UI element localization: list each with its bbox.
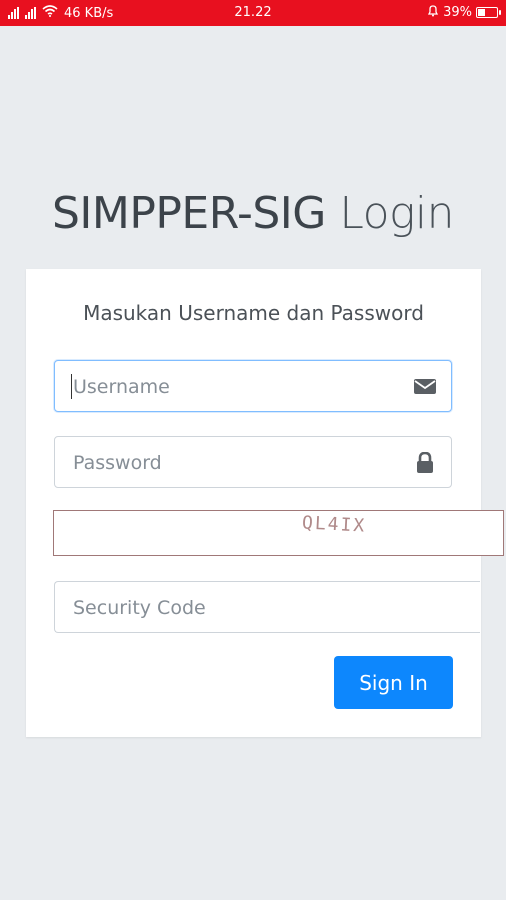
password-input[interactable] bbox=[71, 437, 395, 489]
username-input[interactable] bbox=[71, 361, 395, 413]
battery-icon bbox=[476, 7, 501, 18]
sign-in-button[interactable]: Sign In bbox=[334, 656, 453, 709]
username-field[interactable] bbox=[54, 360, 452, 413]
security-code-field[interactable] bbox=[54, 581, 480, 634]
status-bar: 46 KB/s 21.22 39% bbox=[0, 0, 506, 26]
page-title-main: SIMPPER-SIG bbox=[51, 188, 326, 239]
page-title: SIMPPER-SIG Login bbox=[0, 188, 506, 239]
page-title-sub: Login bbox=[339, 188, 455, 239]
alarm-icon bbox=[427, 4, 439, 21]
login-card: Masukan Username dan Password QL4IX Sign… bbox=[26, 269, 504, 737]
lock-icon bbox=[413, 451, 437, 473]
envelope-icon bbox=[413, 376, 437, 396]
security-code-input[interactable] bbox=[71, 582, 395, 634]
captcha-text: QL4IX bbox=[301, 512, 367, 537]
captcha-image: QL4IX bbox=[53, 510, 504, 556]
login-message: Masukan Username dan Password bbox=[83, 301, 424, 325]
battery-percent: 39% bbox=[443, 5, 472, 20]
captcha-glyphs: QL4IX bbox=[301, 512, 367, 537]
status-bar-right: 39% bbox=[427, 4, 501, 21]
password-field[interactable] bbox=[54, 436, 452, 489]
